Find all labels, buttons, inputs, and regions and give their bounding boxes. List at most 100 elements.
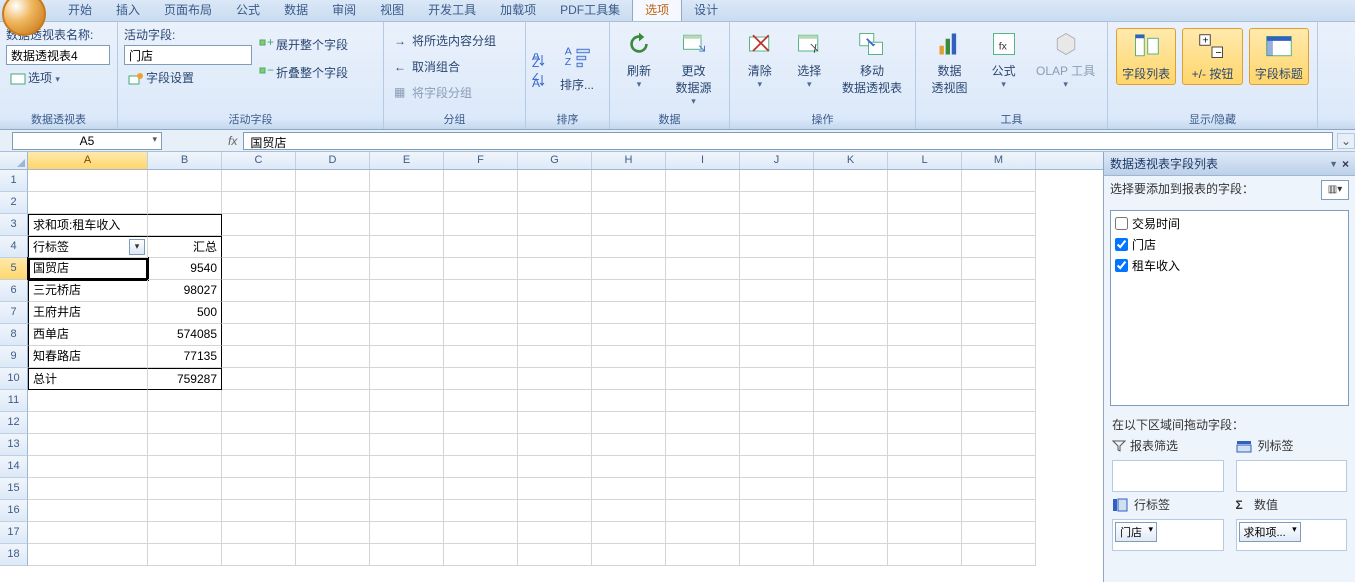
cell-G2[interactable] <box>518 192 592 214</box>
cell-A8[interactable]: 西单店 <box>28 324 148 346</box>
cell-G12[interactable] <box>518 412 592 434</box>
cell-B2[interactable] <box>148 192 222 214</box>
field-headers-button[interactable]: 字段标题 <box>1249 28 1309 85</box>
cell-E5[interactable] <box>370 258 444 280</box>
col-header-J[interactable]: J <box>740 152 814 169</box>
cell-H11[interactable] <box>592 390 666 412</box>
tab-pagelayout[interactable]: 页面布局 <box>152 0 224 21</box>
cell-A13[interactable] <box>28 434 148 456</box>
col-header-B[interactable]: B <box>148 152 222 169</box>
cell-I6[interactable] <box>666 280 740 302</box>
cell-B13[interactable] <box>148 434 222 456</box>
cell-C4[interactable] <box>222 236 296 258</box>
cell-G7[interactable] <box>518 302 592 324</box>
cell-M18[interactable] <box>962 544 1036 566</box>
row-header-17[interactable]: 17 <box>0 522 28 544</box>
cell-I12[interactable] <box>666 412 740 434</box>
cell-M8[interactable] <box>962 324 1036 346</box>
cell-L3[interactable] <box>888 214 962 236</box>
tab-formula[interactable]: 公式 <box>224 0 272 21</box>
sort-asc-icon[interactable]: AZ <box>532 53 548 69</box>
cell-G8[interactable] <box>518 324 592 346</box>
cell-E8[interactable] <box>370 324 444 346</box>
cell-M6[interactable] <box>962 280 1036 302</box>
cell-K4[interactable] <box>814 236 888 258</box>
row-header-18[interactable]: 18 <box>0 544 28 566</box>
sort-button[interactable]: AZ 排序... <box>552 40 602 95</box>
cell-H18[interactable] <box>592 544 666 566</box>
cell-L11[interactable] <box>888 390 962 412</box>
cell-B9[interactable]: 77135 <box>148 346 222 368</box>
cell-J16[interactable] <box>740 500 814 522</box>
cell-C18[interactable] <box>222 544 296 566</box>
cell-K17[interactable] <box>814 522 888 544</box>
cell-D16[interactable] <box>296 500 370 522</box>
cell-A1[interactable] <box>28 170 148 192</box>
cell-A4[interactable]: 行标签 <box>28 236 148 258</box>
tab-review[interactable]: 审阅 <box>320 0 368 21</box>
name-box[interactable]: A5 <box>12 132 162 150</box>
pivotchart-button[interactable]: 数据 透视图 <box>922 26 977 98</box>
cell-D2[interactable] <box>296 192 370 214</box>
cell-D17[interactable] <box>296 522 370 544</box>
cell-B8[interactable]: 574085 <box>148 324 222 346</box>
refresh-button[interactable]: 刷新▾ <box>616 26 662 92</box>
cell-K2[interactable] <box>814 192 888 214</box>
plus-minus-button[interactable]: +−+/- 按钮 <box>1182 28 1242 85</box>
tab-developer[interactable]: 开发工具 <box>416 0 488 21</box>
cell-M7[interactable] <box>962 302 1036 324</box>
row-zone[interactable]: 门店 <box>1112 519 1224 551</box>
cell-L15[interactable] <box>888 478 962 500</box>
cell-G18[interactable] <box>518 544 592 566</box>
cell-F2[interactable] <box>444 192 518 214</box>
col-header-F[interactable]: F <box>444 152 518 169</box>
cell-A11[interactable] <box>28 390 148 412</box>
cell-E18[interactable] <box>370 544 444 566</box>
cell-L6[interactable] <box>888 280 962 302</box>
tab-home[interactable]: 开始 <box>56 0 104 21</box>
field-checkbox[interactable] <box>1115 238 1128 251</box>
tab-addins[interactable]: 加载项 <box>488 0 548 21</box>
change-source-button[interactable]: 更改 数据源▾ <box>664 26 723 109</box>
cell-I13[interactable] <box>666 434 740 456</box>
row-header-10[interactable]: 10 <box>0 368 28 390</box>
cell-L9[interactable] <box>888 346 962 368</box>
tab-view[interactable]: 视图 <box>368 0 416 21</box>
row-header-7[interactable]: 7 <box>0 302 28 324</box>
cell-H13[interactable] <box>592 434 666 456</box>
cell-D11[interactable] <box>296 390 370 412</box>
cell-E10[interactable] <box>370 368 444 390</box>
cell-F9[interactable] <box>444 346 518 368</box>
column-zone[interactable] <box>1236 460 1348 492</box>
cell-C1[interactable] <box>222 170 296 192</box>
cell-B18[interactable] <box>148 544 222 566</box>
cell-B14[interactable] <box>148 456 222 478</box>
cell-J8[interactable] <box>740 324 814 346</box>
col-header-A[interactable]: A <box>28 152 148 169</box>
cell-C9[interactable] <box>222 346 296 368</box>
expand-formula-bar[interactable]: ⌄ <box>1337 133 1355 149</box>
cell-C10[interactable] <box>222 368 296 390</box>
cell-G11[interactable] <box>518 390 592 412</box>
cell-H3[interactable] <box>592 214 666 236</box>
row-header-13[interactable]: 13 <box>0 434 28 456</box>
cell-L13[interactable] <box>888 434 962 456</box>
cell-A6[interactable]: 三元桥店 <box>28 280 148 302</box>
cell-E1[interactable] <box>370 170 444 192</box>
cell-F10[interactable] <box>444 368 518 390</box>
cell-F5[interactable] <box>444 258 518 280</box>
cell-F17[interactable] <box>444 522 518 544</box>
cell-L2[interactable] <box>888 192 962 214</box>
field-pane-dropdown-icon[interactable]: ▼ <box>1329 159 1338 169</box>
cell-K12[interactable] <box>814 412 888 434</box>
cell-B5[interactable]: 9540 <box>148 258 222 280</box>
row-header-5[interactable]: 5 <box>0 258 28 280</box>
cell-A5[interactable]: 国贸店 <box>28 258 148 280</box>
row-header-11[interactable]: 11 <box>0 390 28 412</box>
cell-A2[interactable] <box>28 192 148 214</box>
col-header-K[interactable]: K <box>814 152 888 169</box>
cell-J18[interactable] <box>740 544 814 566</box>
cell-I3[interactable] <box>666 214 740 236</box>
cell-I14[interactable] <box>666 456 740 478</box>
cell-J11[interactable] <box>740 390 814 412</box>
